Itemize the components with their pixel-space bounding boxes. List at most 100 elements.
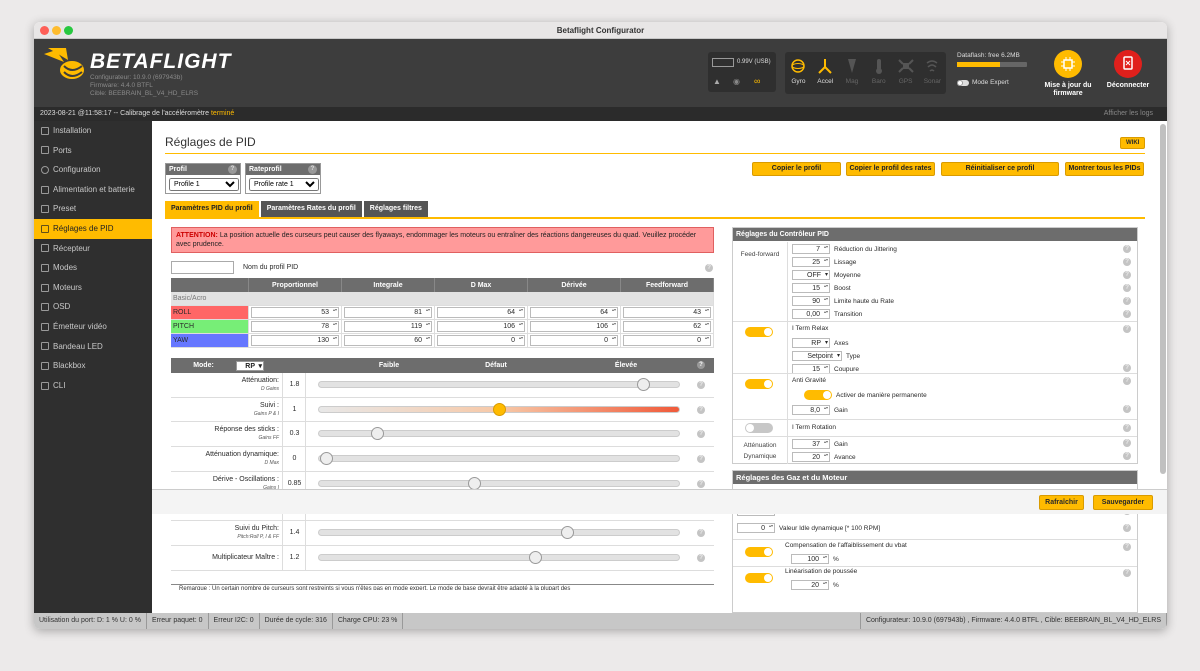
sidebar-item-ports[interactable]: Ports xyxy=(34,141,152,161)
help-icon[interactable]: ? xyxy=(1123,405,1131,413)
help-icon[interactable]: ? xyxy=(1123,377,1131,385)
yaw-p-input[interactable]: 130 xyxy=(251,334,339,346)
help-icon[interactable]: ? xyxy=(1123,569,1131,577)
help-icon[interactable]: ? xyxy=(1123,258,1131,266)
feedforward-input[interactable]: OFF xyxy=(792,270,830,280)
help-icon[interactable]: ? xyxy=(697,405,705,414)
pid-profile-name-input[interactable] xyxy=(171,261,234,274)
feedforward-input[interactable]: 0,00 xyxy=(792,309,830,319)
roll-dmax-input[interactable]: 64 xyxy=(437,306,525,318)
yaw-ff-input[interactable]: 0 xyxy=(623,334,711,346)
roll-p-input[interactable]: 53 xyxy=(251,306,339,318)
help-icon[interactable]: ? xyxy=(1123,452,1131,460)
reset-profile-button[interactable]: Réinitialiser ce profil xyxy=(941,162,1059,176)
help-icon[interactable]: ? xyxy=(1123,245,1131,253)
slider-track[interactable] xyxy=(318,452,680,466)
disconnect-button[interactable]: Déconnecter xyxy=(1099,50,1157,90)
help-icon[interactable]: ? xyxy=(1123,297,1131,305)
update-firmware-button[interactable]: Mise à jour du firmware xyxy=(1039,50,1097,98)
iterm-relax-toggle[interactable] xyxy=(745,327,773,337)
thrust-linear-input[interactable]: 20 xyxy=(791,580,829,590)
anti-gravity-gain-input[interactable]: 8,0 xyxy=(792,405,830,415)
slider-track[interactable] xyxy=(318,550,680,564)
close-window-button[interactable] xyxy=(40,26,49,35)
sidebar-item-configuration[interactable]: Configuration xyxy=(34,160,152,180)
copy-profile-button[interactable]: Copier le profil xyxy=(752,162,841,176)
tab-pid-profile[interactable]: Paramètres PID du profil xyxy=(165,201,259,217)
expert-mode-toggle[interactable]: Mode Expert xyxy=(957,79,1033,86)
minimize-window-button[interactable] xyxy=(52,26,61,35)
thrust-linear-toggle[interactable] xyxy=(745,573,773,583)
tab-filters[interactable]: Réglages filtres xyxy=(363,201,428,217)
slider-track[interactable] xyxy=(318,402,680,416)
slider-track[interactable] xyxy=(318,427,680,441)
help-icon[interactable]: ? xyxy=(697,455,705,464)
rateprofile-select[interactable]: Profile rate 1 xyxy=(249,178,319,191)
yaw-d-input[interactable]: 0 xyxy=(530,334,618,346)
pitch-ff-input[interactable]: 62 xyxy=(623,320,711,332)
help-icon[interactable]: ? xyxy=(1123,543,1131,551)
iterm-type-select[interactable]: Setpoint xyxy=(792,351,842,361)
slider-track[interactable] xyxy=(318,526,680,540)
sidebar-item-led-strip[interactable]: Bandeau LED xyxy=(34,337,152,357)
slider-thumb[interactable] xyxy=(529,550,542,564)
main-scrollbar[interactable] xyxy=(1160,124,1166,474)
feedforward-input[interactable]: 25 xyxy=(792,257,830,267)
mode-select[interactable]: RP ▾ xyxy=(236,360,264,371)
iterm-axes-select[interactable]: RP xyxy=(792,338,830,348)
feedforward-input[interactable]: 7 xyxy=(792,244,830,254)
slider-thumb[interactable] xyxy=(370,427,384,441)
maximize-window-button[interactable] xyxy=(64,26,73,35)
help-icon[interactable]: ? xyxy=(1123,284,1131,292)
roll-ff-input[interactable]: 43 xyxy=(623,306,711,318)
anti-gravity-toggle[interactable] xyxy=(745,379,773,389)
show-all-pids-button[interactable]: Montrer tous les PIDs xyxy=(1065,162,1144,176)
sidebar-item-power[interactable]: Alimentation et batterie xyxy=(34,180,152,200)
roll-d-input[interactable]: 64 xyxy=(530,306,618,318)
vbat-compensation-input[interactable]: 100 xyxy=(791,554,829,564)
help-icon[interactable]: ? xyxy=(697,479,705,488)
dynamic-advance-input[interactable]: 20 xyxy=(792,452,830,462)
help-icon[interactable]: ? xyxy=(1123,310,1131,318)
sidebar-item-preset[interactable]: Preset xyxy=(34,199,152,219)
help-icon[interactable]: ? xyxy=(697,430,705,439)
pitch-p-input[interactable]: 78 xyxy=(251,320,339,332)
help-icon[interactable]: ? xyxy=(697,553,705,562)
profile-select[interactable]: Profile 1 xyxy=(169,178,239,191)
pitch-i-input[interactable]: 119 xyxy=(344,320,432,332)
sidebar-item-osd[interactable]: OSD xyxy=(34,297,152,317)
throttle-input[interactable]: 0 xyxy=(737,523,775,533)
help-icon[interactable]: ? xyxy=(697,529,705,538)
pitch-dmax-input[interactable]: 106 xyxy=(437,320,525,332)
refresh-button[interactable]: Rafraîchir xyxy=(1039,495,1084,510)
feedforward-input[interactable]: 90 xyxy=(792,296,830,306)
help-icon[interactable]: ? xyxy=(1123,364,1131,372)
help-icon[interactable]: ? xyxy=(1123,325,1131,333)
show-logs-link[interactable]: Afficher les logs xyxy=(1104,107,1153,121)
help-icon[interactable]: ? xyxy=(697,381,705,389)
sidebar-item-installation[interactable]: Installation xyxy=(34,121,152,141)
vbat-compensation-toggle[interactable] xyxy=(745,547,773,557)
sidebar-item-motors[interactable]: Moteurs xyxy=(34,278,152,298)
slider-thumb[interactable] xyxy=(637,378,650,391)
help-icon[interactable]: ? xyxy=(1123,439,1131,447)
slider-thumb[interactable] xyxy=(493,402,506,416)
slider-track[interactable] xyxy=(318,378,680,391)
dynamic-gain-input[interactable]: 37 xyxy=(792,439,830,449)
yaw-dmax-input[interactable]: 0 xyxy=(437,334,525,346)
sidebar-item-vtx[interactable]: Émetteur vidéo xyxy=(34,317,152,337)
save-button[interactable]: Sauvegarder xyxy=(1093,495,1153,510)
help-icon[interactable]: ? xyxy=(1123,271,1131,279)
feedforward-input[interactable]: 15 xyxy=(792,283,830,293)
sidebar-item-modes[interactable]: Modes xyxy=(34,258,152,278)
sidebar-item-pid-tuning[interactable]: Réglages de PID xyxy=(34,218,152,239)
copy-rate-profile-button[interactable]: Copier le profil des rates xyxy=(846,162,935,176)
help-icon[interactable]: ? xyxy=(705,264,713,272)
help-icon[interactable]: ? xyxy=(1123,524,1131,532)
roll-i-input[interactable]: 81 xyxy=(344,306,432,318)
pitch-d-input[interactable]: 106 xyxy=(530,320,618,332)
slider-thumb[interactable] xyxy=(467,476,481,490)
anti-gravity-always-toggle[interactable] xyxy=(804,390,832,400)
sidebar-item-receiver[interactable]: Récepteur xyxy=(34,239,152,259)
sidebar-item-blackbox[interactable]: Blackbox xyxy=(34,356,152,376)
